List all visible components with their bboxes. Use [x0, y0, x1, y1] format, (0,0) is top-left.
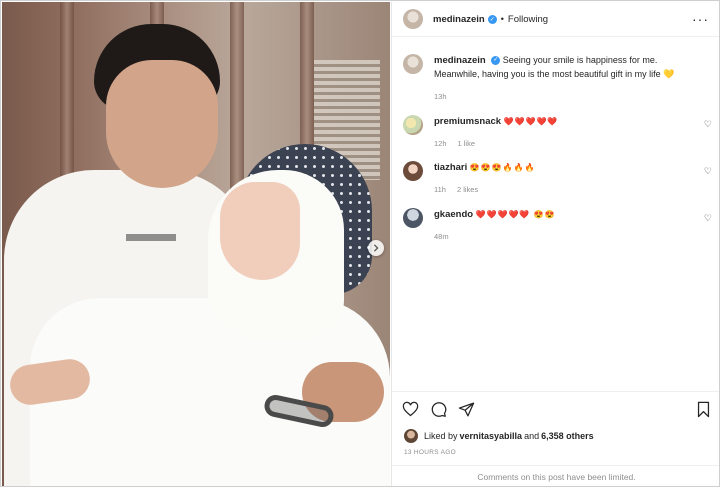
comment-time[interactable]: 12h: [434, 138, 447, 151]
avatar[interactable]: [403, 208, 423, 228]
liked-mid: and: [524, 431, 540, 441]
like-comment-heart-icon[interactable]: ♡: [704, 119, 712, 130]
avatar[interactable]: [404, 429, 418, 443]
comment-username[interactable]: gkaendo: [434, 209, 473, 220]
post-username[interactable]: medinazein: [433, 14, 485, 25]
likes-summary: Liked by vernitasyabilla and 6,358 other…: [404, 429, 594, 443]
liked-prefix: Liked by: [424, 431, 458, 441]
liked-username[interactable]: vernitasyabilla: [460, 431, 523, 441]
caption-username[interactable]: medinazein: [434, 55, 486, 66]
heart-icon[interactable]: [402, 401, 419, 418]
separator-dot: •: [500, 14, 504, 24]
post-header: medinazein ✓ • Following ···: [392, 2, 719, 37]
liked-others-count[interactable]: 6,358 others: [541, 431, 594, 441]
comment-item: tiazhari 😍😍😍🔥🔥🔥 11h 2 likes: [403, 161, 699, 196]
comment-icon[interactable]: [430, 401, 447, 418]
avatar[interactable]: [403, 9, 423, 29]
more-options-icon[interactable]: ···: [692, 11, 709, 27]
bookmark-icon[interactable]: [695, 401, 712, 418]
comment-text: 😍😍😍🔥🔥🔥: [469, 163, 536, 172]
comment-likes[interactable]: 1 like: [458, 138, 476, 151]
comment-username[interactable]: premiumsnack: [434, 116, 501, 127]
like-comment-heart-icon[interactable]: ♡: [704, 166, 712, 177]
next-photo-button[interactable]: [368, 240, 384, 256]
comments-list[interactable]: medinazein ✓ Seeing your smile is happin…: [392, 37, 719, 389]
post-actions: Liked by vernitasyabilla and 6,358 other…: [392, 391, 719, 486]
instagram-post-window: medinazein ✓ • Following ··· medinazein …: [0, 0, 720, 487]
comments-limited-notice: Comments on this post have been limited.: [392, 465, 719, 486]
caption-body: medinazein ✓ Seeing your smile is happin…: [434, 54, 699, 104]
following-button[interactable]: Following: [508, 14, 548, 25]
comment-body: gkaendo ❤️❤️❤️❤️❤️ 😍😍 48m: [434, 208, 699, 243]
comment-body: premiumsnack ❤️❤️❤️❤️❤️ 12h 1 like: [434, 115, 699, 150]
like-comment-heart-icon[interactable]: ♡: [704, 213, 712, 224]
avatar[interactable]: [403, 115, 423, 135]
post-timestamp[interactable]: 13 HOURS AGO: [404, 449, 456, 456]
chevron-right-icon: [373, 244, 379, 252]
share-icon[interactable]: [458, 401, 475, 418]
comment-likes[interactable]: 2 likes: [457, 184, 478, 197]
verified-badge-icon: ✓: [491, 56, 501, 66]
verified-badge-icon: ✓: [487, 14, 497, 24]
caption-emoji: 💛: [663, 68, 675, 79]
comment-time[interactable]: 11h: [434, 184, 446, 197]
comment-item: premiumsnack ❤️❤️❤️❤️❤️ 12h 1 like: [403, 115, 699, 150]
avatar[interactable]: [403, 161, 423, 181]
avatar[interactable]: [403, 54, 423, 74]
action-icons: [402, 401, 475, 418]
comment-time[interactable]: 48m: [434, 231, 449, 244]
woman-face: [220, 182, 300, 280]
caption-time[interactable]: 13h: [434, 91, 447, 104]
comment-item: gkaendo ❤️❤️❤️❤️❤️ 😍😍 48m: [403, 208, 699, 243]
post-photo[interactable]: [2, 2, 390, 486]
post-side-panel: medinazein ✓ • Following ··· medinazein …: [391, 2, 719, 486]
comment-username[interactable]: tiazhari: [434, 162, 467, 173]
comment-text: ❤️❤️❤️❤️❤️: [503, 117, 559, 126]
comment-text: ❤️❤️❤️❤️❤️ 😍😍: [475, 210, 556, 219]
sweater-print: [126, 234, 176, 241]
man-face: [106, 60, 218, 188]
comment-body: tiazhari 😍😍😍🔥🔥🔥 11h 2 likes: [434, 161, 699, 196]
caption: medinazein ✓ Seeing your smile is happin…: [403, 54, 699, 104]
